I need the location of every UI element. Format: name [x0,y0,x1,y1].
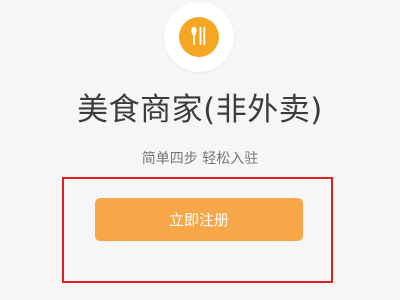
utensils-icon [191,26,206,45]
merchant-register-screen: 美食商家(非外卖) 简单四步 轻松入驻 立即注册 [0,0,400,300]
logo-badge [164,2,234,72]
register-button[interactable]: 立即注册 [95,198,303,241]
register-button-label: 立即注册 [168,211,229,229]
page-subtitle: 简单四步 轻松入驻 [141,151,259,167]
page-title: 美食商家(非外卖) [77,92,323,128]
logo-circle [179,17,219,57]
